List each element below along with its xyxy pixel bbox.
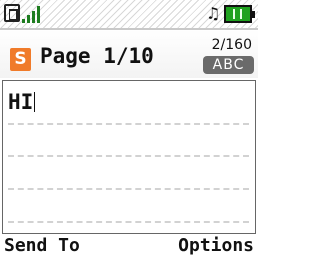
network-indicator-icon bbox=[4, 4, 20, 22]
options-softkey[interactable]: Options bbox=[178, 235, 254, 256]
line-divider bbox=[8, 123, 249, 125]
character-counter: 2/160 bbox=[211, 37, 252, 53]
message-text-value: HI bbox=[8, 90, 34, 114]
music-note-icon: ♫ bbox=[208, 4, 219, 24]
line-divider bbox=[8, 221, 249, 223]
input-mode-badge[interactable]: ABC bbox=[203, 56, 254, 74]
line-divider bbox=[8, 188, 249, 190]
softkey-bar: Send To Options bbox=[0, 234, 258, 258]
message-text-area[interactable]: HI bbox=[2, 80, 256, 234]
battery-icon bbox=[224, 5, 255, 23]
text-caret bbox=[34, 92, 36, 112]
line-divider bbox=[8, 155, 249, 157]
status-bar: ♫ bbox=[0, 0, 258, 30]
sms-app-icon: S bbox=[10, 48, 31, 71]
message-header: S Page 1/10 2/160 ABC bbox=[0, 30, 258, 78]
signal-strength-icon bbox=[22, 5, 44, 23]
page-title: Page 1/10 bbox=[40, 44, 154, 68]
send-to-softkey[interactable]: Send To bbox=[4, 235, 80, 256]
message-text[interactable]: HI bbox=[8, 90, 36, 114]
